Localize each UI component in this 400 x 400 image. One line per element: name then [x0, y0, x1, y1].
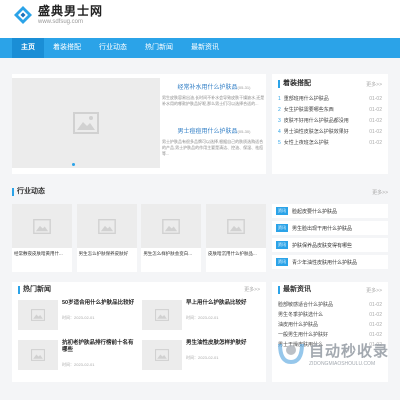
list-item[interactable]: 资讯 男生脸出现干用什么护肤品: [272, 221, 388, 235]
list-item[interactable]: 油皮用什么护肤品 01-02: [278, 320, 382, 330]
news-image: [142, 340, 182, 370]
dress-title: 着装搭配: [278, 80, 311, 88]
image-placeholder-icon: [31, 349, 45, 361]
featured-article[interactable]: 男士痘痘用什么护肤品(05-30) 男士护肤品有很多品牌可以选择,根据自己的肤质…: [162, 126, 266, 157]
news-image: [142, 300, 182, 330]
image-placeholder-icon: [73, 112, 99, 134]
slider-dot[interactable]: [72, 163, 75, 166]
article-card[interactable]: 经常敷夜皮肤暗黄用什...: [12, 204, 72, 272]
image-placeholder-icon: [155, 349, 169, 361]
news-image: [18, 300, 58, 330]
slider-image[interactable]: [12, 78, 160, 168]
logo-icon: [12, 4, 34, 26]
tag-badge: 资讯: [276, 258, 288, 266]
watermark-logo-icon: [278, 343, 304, 365]
featured-excerpt: 男士护肤品有很多品牌可以选择,根据自己的肤质选购适合的产品,男士护肤品的作用主要…: [162, 139, 264, 156]
watermark: 自动秒收录 ZIDONGMIAOSHOULU.COM: [276, 338, 389, 368]
hot-news-panel: 热门新闻 更多>> 50岁适合用什么护肤品比较好 时间：2023-02-01 早上…: [12, 282, 266, 382]
industry-section: 经常敷夜皮肤暗黄用什... 男生怎么护肤保养皮肤好 男生怎么样护肤会变白... …: [0, 204, 400, 272]
industry-title: 行业动态: [12, 188, 45, 196]
card-caption: 男生怎么样护肤会变白...: [143, 251, 193, 256]
watermark-title: 自动秒收录: [309, 342, 390, 360]
list-item[interactable]: 资讯 护肤保养品皮肤变得有哪些: [272, 238, 388, 252]
nav-latest[interactable]: 最新资讯: [182, 38, 228, 58]
list-item[interactable]: 男生冬季护肤选什么 01-02: [278, 310, 382, 320]
list-item[interactable]: 资讯 青少年油性皮肤用什么护肤品: [272, 255, 388, 269]
nav-hot[interactable]: 热门新闻: [136, 38, 182, 58]
dress-panel: 着装搭配 更多>> 1 重部班用什么护肤品 01-02 2 女生护肤需要哪些东西 01-…: [272, 74, 388, 174]
nav-dress[interactable]: 着装搭配: [44, 38, 90, 58]
latest-title: 最新资讯: [278, 286, 311, 294]
nav-industry[interactable]: 行业动态: [90, 38, 136, 58]
list-item[interactable]: 1 重部班用什么护肤品 01-02: [278, 94, 382, 105]
main-nav: 主页 着装搭配 行业动态 热门新闻 最新资讯: [0, 38, 400, 58]
article-card[interactable]: 皮肤暗沉用什么护肤品...: [205, 204, 266, 272]
featured-slider: 经常补水用什么护肤品(05-31) 男生皮肤容易出油,长时间不补水会导致皮肤干燥…: [12, 74, 266, 174]
dress-more-link[interactable]: 更多>>: [366, 81, 382, 88]
tag-badge: 资讯: [276, 224, 288, 232]
card-image: [12, 204, 72, 248]
latest-more-link[interactable]: 更多>>: [366, 287, 382, 294]
news-item[interactable]: 早上用什么护肤品比较好 时间：2023-02-01: [142, 300, 260, 330]
site-url: www.sdfsug.com: [38, 19, 84, 25]
watermark-subtitle: ZIDONGMIAOSHOULU.COM: [309, 360, 376, 367]
industry-more-link[interactable]: 更多>>: [372, 189, 388, 196]
featured-date: (05-31): [237, 85, 251, 90]
list-item[interactable]: 资讯 脸起皮要什么护肤品: [272, 204, 388, 218]
tag-badge: 资讯: [276, 207, 288, 215]
nav-home[interactable]: 主页: [12, 38, 44, 58]
list-item[interactable]: 脸部敏感适合什么护肤品 01-02: [278, 300, 382, 310]
featured-title[interactable]: 经常补水用什么护肤品: [178, 85, 238, 91]
list-item[interactable]: 4 男士油性皮肤怎么护肤效果好 01-02: [278, 127, 382, 138]
image-placeholder-icon: [227, 218, 245, 234]
hot-more-link[interactable]: 更多>>: [244, 286, 260, 294]
image-placeholder-icon: [33, 218, 51, 234]
card-image: [205, 204, 266, 248]
news-item[interactable]: 抗初老护肤品排行榜前十名有哪些 时间：2023-02-01: [18, 340, 136, 370]
list-item[interactable]: 2 女生护肤需要哪些东西 01-02: [278, 105, 382, 116]
image-placeholder-icon: [155, 309, 169, 321]
site-logo[interactable]: 盛典男士网 www.sdfsug.com: [12, 4, 103, 26]
news-item[interactable]: 50岁适合用什么护肤品比较好 时间：2023-02-01: [18, 300, 136, 330]
card-image: [76, 204, 137, 248]
site-header: 盛典男士网 www.sdfsug.com: [0, 0, 400, 38]
featured-excerpt: 男生皮肤容易出油,长时间不补水会导致皮肤干燥缺水,还是补水用的哪款护肤品好呢,那…: [162, 95, 265, 106]
card-caption: 经常敷夜皮肤暗黄用什...: [14, 251, 63, 256]
featured-title[interactable]: 男士痘痘用什么护肤品: [178, 129, 238, 135]
card-caption: 男生怎么护肤保养皮肤好: [78, 251, 129, 256]
list-item[interactable]: 5 女性上夜班怎么护肤 01-02: [278, 138, 382, 149]
image-placeholder-icon: [31, 309, 45, 321]
featured-article[interactable]: 经常补水用什么护肤品(05-31) 男生皮肤容易出油,长时间不补水会导致皮肤干燥…: [162, 82, 266, 107]
article-card[interactable]: 男生怎么样护肤会变白...: [141, 204, 202, 272]
site-title: 盛典男士网: [38, 4, 104, 18]
card-caption: 皮肤暗沉用什么护肤品...: [207, 251, 257, 256]
article-card[interactable]: 男生怎么护肤保养皮肤好: [76, 204, 137, 272]
industry-header: 行业动态 更多>>: [12, 186, 388, 198]
card-image: [141, 204, 202, 248]
news-image: [18, 340, 58, 370]
hot-title: 热门新闻: [18, 286, 51, 294]
list-item[interactable]: 3 皮肤不好用什么护肤品都没用 01-02: [278, 116, 382, 127]
image-placeholder-icon: [97, 218, 116, 234]
industry-list: 资讯 脸起皮要什么护肤品 资讯 男生脸出现干用什么护肤品 资讯 护肤保养品皮肤变得有哪…: [272, 204, 388, 272]
featured-date: (05-30): [237, 129, 251, 134]
news-item[interactable]: 男生油性皮肤怎样护肤好 时间：2023-02-01: [142, 340, 260, 370]
image-placeholder-icon: [162, 218, 181, 234]
tag-badge: 资讯: [276, 241, 288, 249]
